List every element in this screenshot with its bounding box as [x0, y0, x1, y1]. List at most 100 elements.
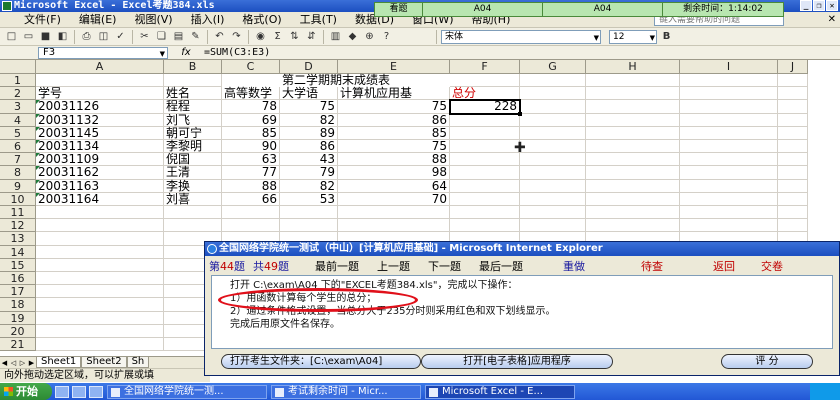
data-cell[interactable]: 43 — [280, 153, 338, 167]
cell[interactable] — [680, 153, 778, 167]
column-header[interactable]: C — [222, 60, 280, 74]
header-cell[interactable]: 高等数学 — [222, 87, 280, 101]
row-header[interactable]: 6 — [0, 140, 36, 154]
data-cell[interactable]: 63 — [222, 153, 280, 167]
new-icon[interactable]: □ — [4, 30, 19, 44]
font-size-select[interactable]: 12 ▼ — [609, 29, 657, 44]
cell[interactable] — [680, 87, 778, 101]
row-header[interactable]: 20 — [0, 324, 36, 338]
cell[interactable] — [586, 140, 680, 154]
task-excel[interactable]: Microsoft Excel - E... — [425, 384, 575, 399]
last-sheet-icon[interactable]: ▶ — [27, 359, 36, 367]
restore-button[interactable]: ❐ — [813, 0, 825, 11]
start-button[interactable]: 开始 — [0, 383, 52, 400]
print-preview-icon[interactable]: ◫ — [96, 30, 111, 44]
row-header[interactable]: 2 — [0, 87, 36, 101]
review-link[interactable]: 待查 — [641, 258, 663, 274]
cell[interactable] — [36, 219, 164, 233]
cell[interactable] — [778, 100, 808, 114]
cell[interactable] — [778, 153, 808, 167]
row-header[interactable]: 7 — [0, 153, 36, 167]
data-cell[interactable]: 79 — [280, 166, 338, 180]
redo-icon[interactable]: ↷ — [229, 30, 244, 44]
name-box[interactable]: F3 ▼ — [38, 46, 168, 59]
column-header[interactable]: E — [338, 60, 450, 74]
data-cell[interactable]: 88 — [222, 179, 280, 193]
data-cell[interactable] — [450, 179, 520, 193]
cell[interactable] — [450, 206, 520, 220]
permission-icon[interactable]: ◧ — [55, 30, 70, 44]
quick-launch-icon[interactable] — [55, 385, 69, 398]
task-ie-exam[interactable]: 全国网络学院统一测... — [107, 384, 267, 399]
data-cell[interactable]: 85 — [338, 126, 450, 140]
cell[interactable] — [680, 140, 778, 154]
cell[interactable] — [520, 126, 586, 140]
cell[interactable] — [520, 206, 586, 220]
data-cell[interactable]: 20031132 — [36, 113, 164, 127]
data-cell[interactable]: 20031109 — [36, 153, 164, 167]
data-cell[interactable]: 82 — [280, 113, 338, 127]
data-cell[interactable]: 20031126 — [36, 100, 164, 114]
cell[interactable] — [36, 311, 164, 325]
cell[interactable] — [778, 87, 808, 101]
cell[interactable] — [778, 179, 808, 193]
cell[interactable] — [680, 179, 778, 193]
font-name-select[interactable]: 宋体 ▼ — [441, 29, 601, 44]
row-header[interactable]: 1 — [0, 74, 36, 88]
column-header[interactable]: I — [680, 60, 778, 74]
first-question-link[interactable]: 最前一题 — [315, 258, 359, 274]
data-cell[interactable]: 98 — [338, 166, 450, 180]
cell[interactable] — [778, 74, 808, 88]
data-cell[interactable]: 20031164 — [36, 192, 164, 206]
cell[interactable] — [586, 87, 680, 101]
cell[interactable] — [520, 140, 586, 154]
cell[interactable] — [586, 166, 680, 180]
column-header[interactable]: D — [280, 60, 338, 74]
cell[interactable] — [586, 206, 680, 220]
data-cell[interactable]: 78 — [222, 100, 280, 114]
paste-icon[interactable]: ▤ — [171, 30, 186, 44]
data-cell[interactable]: 刘飞 — [164, 113, 222, 127]
cell[interactable] — [222, 206, 280, 220]
sort-descending-icon[interactable]: ⇵ — [304, 30, 319, 44]
data-cell[interactable]: 75 — [280, 100, 338, 114]
menu-file[interactable]: 文件(F) — [16, 12, 71, 28]
data-cell[interactable]: 64 — [338, 179, 450, 193]
data-cell[interactable]: 69 — [222, 113, 280, 127]
data-cell[interactable]: 70 — [338, 192, 450, 206]
chart-wizard-icon[interactable]: ▥ — [328, 30, 343, 44]
cell[interactable] — [280, 219, 338, 233]
cell[interactable] — [36, 206, 164, 220]
cell[interactable] — [680, 192, 778, 206]
row-header[interactable]: 5 — [0, 126, 36, 140]
data-cell[interactable]: 75 — [338, 100, 450, 114]
cell[interactable] — [520, 87, 586, 101]
cell[interactable] — [778, 126, 808, 140]
cell[interactable] — [338, 206, 450, 220]
cell[interactable] — [520, 179, 586, 193]
cell[interactable] — [586, 100, 680, 114]
open-folder-button[interactable]: 打开考生文件夹：[C:\exam\A04] — [221, 354, 421, 369]
cell[interactable] — [520, 100, 586, 114]
cell[interactable] — [680, 126, 778, 140]
cell[interactable] — [36, 245, 164, 259]
quick-launch-icon[interactable] — [72, 385, 86, 398]
row-header[interactable]: 16 — [0, 272, 36, 286]
submit-link[interactable]: 交卷 — [761, 258, 783, 274]
tab-sheet2[interactable]: Sheet2 — [81, 357, 127, 368]
data-cell[interactable]: 77 — [222, 166, 280, 180]
row-header[interactable]: 9 — [0, 179, 36, 193]
cell[interactable] — [520, 219, 586, 233]
autosum-icon[interactable]: Σ — [270, 30, 285, 44]
next-question-link[interactable]: 下一题 — [428, 258, 461, 274]
close-button[interactable]: ✕ — [826, 0, 838, 11]
data-cell[interactable]: 20031162 — [36, 166, 164, 180]
cell[interactable] — [778, 166, 808, 180]
data-cell[interactable] — [450, 140, 520, 154]
data-cell[interactable]: 程程 — [164, 100, 222, 114]
cell[interactable] — [680, 166, 778, 180]
cell[interactable] — [36, 258, 164, 272]
next-sheet-icon[interactable]: ▷ — [18, 359, 27, 367]
column-header[interactable]: J — [778, 60, 808, 74]
print-icon[interactable]: ⎙ — [79, 30, 94, 44]
